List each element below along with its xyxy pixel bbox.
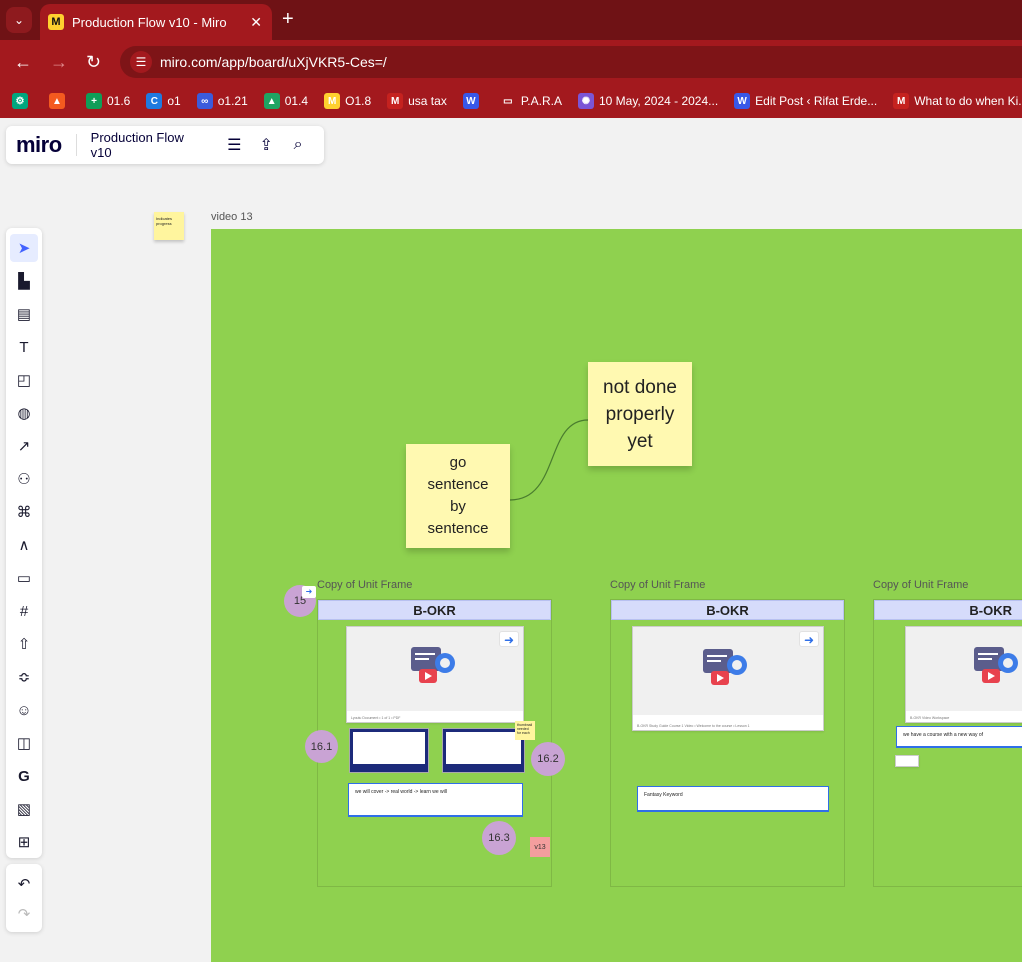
bookmarks-bar: ⚙ ▲ +01.6 Co1 ∞ o1.21 ▲ 01.4 M O1.8 Musa tax W ▭ P.A.… (0, 84, 1022, 118)
unit-frame[interactable]: B-OKR B-OKR Video Workspace we have a co… (873, 599, 1022, 887)
bookmark-favicon-icon: ✺ (577, 93, 594, 109)
video-thumbnail (347, 627, 523, 711)
bookmark-favicon-icon: C (146, 93, 163, 109)
bookmark-label: 01.6 (107, 94, 131, 108)
link-icon[interactable]: ➜ (302, 586, 316, 598)
version-tag[interactable]: v13 (530, 837, 550, 857)
okr-header: B-OKR (318, 600, 551, 620)
bookmark-item[interactable]: ⚙ (12, 93, 33, 109)
bookmark-favicon-icon: ▲ (49, 93, 65, 109)
bookmark-item[interactable]: Musa tax (387, 93, 447, 109)
bookmark-item[interactable]: ▭ P.A.R.A (500, 93, 562, 109)
tab-bar: ⌄ M Production Flow v10 - Miro ✕ + (0, 0, 1022, 40)
bookmark-favicon-icon: W (734, 93, 751, 109)
bookmark-favicon-icon: ⚙ (12, 93, 28, 109)
video-card[interactable]: B-OKR Video Workspace (905, 626, 1022, 723)
bookmark-label: o1.21 (217, 94, 248, 108)
video-player-icon (703, 649, 747, 685)
step-circle[interactable]: 16.3 (482, 821, 516, 855)
unit-frame[interactable]: B-OKR ➜ B-OKR Study Guide Course 1 Video… (610, 599, 845, 887)
back-button[interactable]: ← (14, 52, 32, 72)
unit-frame-title[interactable]: Copy of Unit Frame (873, 579, 968, 591)
tab-search-button[interactable]: ⌄ (6, 7, 32, 33)
reload-button[interactable]: ↻ (86, 52, 101, 72)
bookmark-favicon-icon: ▲ (263, 93, 280, 109)
unit-frame[interactable]: B-OKR ➜ Lyoutu Document • 1 of 1 • PDF w… (317, 599, 552, 887)
slide-thumbnail[interactable] (349, 728, 429, 773)
bookmark-item[interactable]: ▲ (49, 93, 70, 109)
bookmark-item[interactable]: M O1.8 (324, 93, 371, 109)
unit-frame-title[interactable]: Copy of Unit Frame (317, 579, 412, 591)
sticky-note-not-done[interactable]: not done properly yet (588, 362, 692, 466)
site-info-icon[interactable]: ☰ (130, 51, 152, 73)
video-player-icon (974, 647, 1018, 683)
bookmark-item[interactable]: ▲ 01.4 (263, 93, 309, 109)
bookmark-item[interactable]: Co1 (146, 93, 181, 109)
bookmark-item[interactable]: W Edit Post ‹ Rifat Erde... (734, 93, 877, 109)
video-player-icon (411, 647, 455, 683)
miro-board-canvas[interactable]: miro Production Flow v10 ☰ ⇪ ⌕ ➤ ▙ ▤ T ◰… (0, 118, 1022, 962)
bookmark-label: What to do when Ki... (914, 94, 1022, 108)
card-textbox[interactable]: we have a course with a new way of (896, 726, 1022, 748)
url-input[interactable]: ☰ miro.com/app/board/uXjVKR5-Ces=/ (120, 46, 1022, 78)
bookmark-label: o1 (167, 94, 181, 108)
bookmark-label: 10 May, 2024 - 2024... (598, 94, 719, 108)
step-circle[interactable]: 16.2 (531, 742, 565, 776)
sticky-note-go-sentence[interactable]: go sentence by sentence (406, 444, 510, 548)
bookmark-item[interactable]: ∞ o1.21 (196, 93, 248, 109)
bookmark-favicon-icon: ▭ (503, 95, 513, 107)
bookmark-item[interactable]: +01.6 (86, 93, 130, 109)
bookmark-favicon-icon: ∞ (196, 93, 213, 109)
video-thumbnail (906, 627, 1022, 711)
bookmark-label: 01.4 (284, 94, 309, 108)
okr-header: B-OKR (874, 600, 1022, 620)
address-bar: ← → ↻ ☰ miro.com/app/board/uXjVKR5-Ces=/ (0, 40, 1022, 84)
tab-close-icon[interactable]: ✕ (250, 14, 262, 31)
slide-thumbnail[interactable] (442, 728, 525, 773)
slide-content (353, 732, 425, 764)
video-thumbnail (633, 627, 823, 715)
bookmark-favicon-icon: + (86, 93, 102, 109)
card-textbox[interactable]: we will cover -> real world -> learn we … (348, 783, 523, 817)
bookmark-label: usa tax (408, 94, 447, 108)
bookmark-item[interactable]: W (462, 93, 484, 109)
card-meta: Lyoutu Document • 1 of 1 • PDF (351, 716, 401, 720)
video-card[interactable]: ➜ B-OKR Study Guide Course 1 Video • Wel… (632, 626, 824, 731)
miro-favicon-icon: M (48, 14, 64, 30)
unit-frame-title[interactable]: Copy of Unit Frame (610, 579, 705, 591)
small-yellow-note[interactable]: thumbnail needed for each (515, 721, 535, 740)
mini-card[interactable] (895, 755, 919, 767)
active-tab[interactable]: M Production Flow v10 - Miro ✕ (40, 4, 272, 40)
step-circle-label: 16.3 (488, 832, 510, 844)
video-card[interactable]: ➜ Lyoutu Document • 1 of 1 • PDF (346, 626, 524, 723)
bookmark-favicon-icon: W (462, 93, 479, 109)
open-link-icon[interactable]: ➜ (799, 631, 819, 647)
card-meta: B-OKR Video Workspace (910, 716, 950, 720)
bookmark-favicon-icon: M (893, 93, 910, 109)
new-tab-button[interactable]: + (282, 8, 294, 31)
slide-content (446, 732, 521, 764)
bookmark-favicon-icon: M (324, 93, 341, 109)
bookmark-label: Edit Post ‹ Rifat Erde... (755, 94, 878, 108)
step-circle-label: 16.2 (537, 753, 559, 765)
sticky-note-text: not done properly yet (603, 376, 677, 452)
card-textbox[interactable]: Fantasy Keyword (637, 786, 829, 812)
tab-title: Production Flow v10 - Miro (72, 14, 227, 30)
bookmark-item[interactable]: M What to do when Ki... (893, 93, 1022, 109)
card-meta: B-OKR Study Guide Course 1 Video • Welco… (637, 724, 750, 728)
open-link-icon[interactable]: ➜ (499, 631, 519, 647)
step-circle-label: 16.1 (310, 740, 333, 753)
bookmark-label: O1.8 (345, 94, 372, 108)
bookmark-label: P.A.R.A (520, 94, 562, 108)
bookmark-item[interactable]: ✺ 10 May, 2024 - 2024... (577, 93, 719, 109)
url-text: miro.com/app/board/uXjVKR5-Ces=/ (160, 54, 387, 70)
okr-header: B-OKR (611, 600, 844, 620)
forward-button[interactable]: → (50, 52, 68, 72)
bookmark-favicon-icon: M (387, 93, 404, 109)
step-circle[interactable]: 16.1 (305, 730, 338, 763)
sticky-note-text: go sentence by sentence (427, 454, 489, 537)
